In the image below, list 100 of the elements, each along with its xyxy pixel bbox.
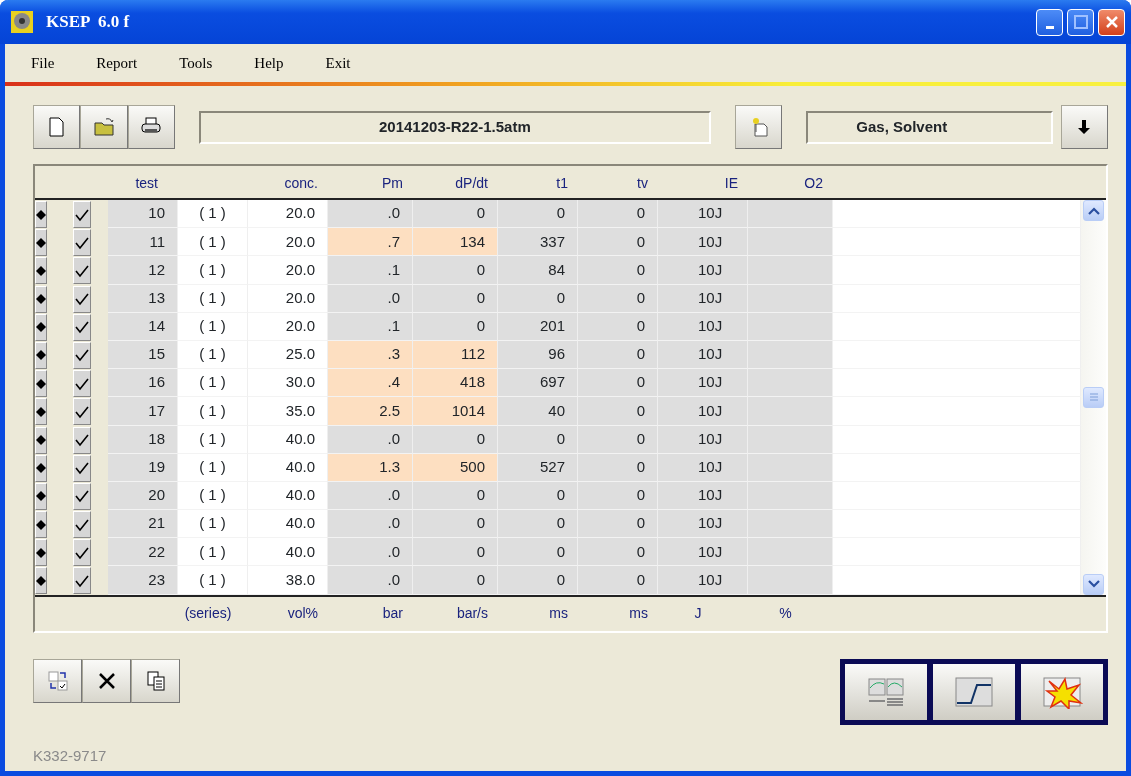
diamond-icon xyxy=(36,322,46,333)
check-icon xyxy=(74,263,90,278)
table-cell: 16 xyxy=(108,369,178,398)
diamond-icon xyxy=(36,406,46,417)
check-icon xyxy=(74,573,90,588)
row-select-button[interactable] xyxy=(35,341,47,369)
pressure-curve-button[interactable] xyxy=(933,663,1015,720)
column-header: Pm xyxy=(382,174,403,193)
row-select-button[interactable] xyxy=(35,482,47,510)
row-checkbox[interactable] xyxy=(73,454,91,482)
minimize-button[interactable] xyxy=(1036,8,1063,36)
table-cell: 0 xyxy=(578,369,658,398)
dropdown-button[interactable] xyxy=(1060,105,1108,149)
scrollbar-thumb[interactable] xyxy=(1083,386,1104,408)
menu-item[interactable]: Exit xyxy=(325,51,371,75)
row-checkbox[interactable] xyxy=(73,398,91,426)
overview-chart-button[interactable] xyxy=(845,663,927,720)
pin-button[interactable] xyxy=(735,105,783,149)
row-checkbox[interactable] xyxy=(73,285,91,313)
row-select-button[interactable] xyxy=(35,285,47,313)
scroll-up-button[interactable] xyxy=(1083,200,1104,221)
table-cell: 17 xyxy=(108,397,178,426)
swap-selection-button[interactable] xyxy=(33,658,82,703)
row-select-button[interactable] xyxy=(35,567,47,595)
diamond-icon xyxy=(36,265,46,276)
unit-label: ms xyxy=(629,604,648,624)
menu-item[interactable]: Help xyxy=(254,51,304,75)
row-checkbox[interactable] xyxy=(73,370,91,398)
row-select-button[interactable] xyxy=(35,398,47,426)
row-checkbox[interactable] xyxy=(73,229,91,257)
table-cell: 0 xyxy=(578,397,658,426)
copy-button[interactable] xyxy=(131,658,180,703)
table-cell: 0 xyxy=(578,200,658,229)
column-header: conc. xyxy=(284,174,318,193)
diamond-icon xyxy=(36,209,46,220)
menu-item[interactable]: Tools xyxy=(179,51,233,75)
table-cell: .0 xyxy=(328,425,413,454)
table-cell: .0 xyxy=(328,566,413,595)
row-select-button[interactable] xyxy=(35,539,47,567)
table-cell: 12 xyxy=(108,256,178,285)
diamond-icon xyxy=(36,519,46,530)
vertical-scrollbar[interactable] xyxy=(1081,200,1106,595)
table-cell: 10J xyxy=(658,369,748,398)
row-select-button[interactable] xyxy=(35,426,47,454)
table-cell: 10J xyxy=(658,228,748,257)
table-cell: 10J xyxy=(658,397,748,426)
table-cell: 20.0 xyxy=(248,284,328,313)
new-file-button[interactable] xyxy=(33,105,81,149)
row-select-button[interactable] xyxy=(35,370,47,398)
row-checkbox[interactable] xyxy=(73,567,91,595)
check-icon xyxy=(74,545,90,560)
row-checkbox[interactable] xyxy=(73,511,91,539)
file-name-field[interactable]: 20141203-R22-1.5atm xyxy=(198,110,712,144)
menu-item[interactable]: Report xyxy=(96,51,158,75)
category-field[interactable]: Gas, Solvent xyxy=(806,110,1053,144)
row-select-button[interactable] xyxy=(35,313,47,341)
delete-button[interactable] xyxy=(82,658,131,703)
open-folder-icon xyxy=(92,116,115,138)
close-icon xyxy=(1104,15,1119,29)
table-cell: 337 xyxy=(498,228,578,257)
table-cell: 0 xyxy=(498,566,578,595)
row-select-button[interactable] xyxy=(35,511,47,539)
pressure-curve-icon xyxy=(953,674,995,709)
table-cell: ( 1 ) xyxy=(178,312,248,341)
table-cell: 0 xyxy=(413,481,498,511)
column-header: IE xyxy=(724,174,738,193)
row-select-button[interactable] xyxy=(35,454,47,482)
maximize-button[interactable] xyxy=(1067,8,1094,36)
down-chevron-icon xyxy=(1087,580,1100,589)
row-checkbox[interactable] xyxy=(73,257,91,285)
scroll-down-button[interactable] xyxy=(1083,573,1104,595)
row-checkbox[interactable] xyxy=(73,426,91,454)
table-cell: 0 xyxy=(413,566,498,595)
column-header: tv xyxy=(637,174,648,193)
menu-item[interactable]: File xyxy=(31,51,75,75)
table-cell: 15 xyxy=(108,340,178,370)
row-select-button[interactable] xyxy=(35,201,47,228)
row-checkbox[interactable] xyxy=(73,482,91,510)
table-cell: 0 xyxy=(413,256,498,285)
table-cell: 25.0 xyxy=(248,340,328,370)
table-cell: 0 xyxy=(498,284,578,313)
row-checkbox[interactable] xyxy=(73,313,91,341)
open-button[interactable] xyxy=(80,105,128,149)
row-checkbox[interactable] xyxy=(73,201,91,228)
table-cell: 10J xyxy=(658,566,748,595)
table-cell: 10J xyxy=(658,340,748,370)
row-select-button[interactable] xyxy=(35,229,47,257)
table-cell: 20.0 xyxy=(248,228,328,257)
table-cell: 0 xyxy=(578,538,658,567)
table-cell: 0 xyxy=(413,510,498,539)
explosion-button[interactable] xyxy=(1021,663,1103,720)
table-cell: 0 xyxy=(578,340,658,370)
unit-label: bar/s xyxy=(456,604,488,624)
row-select-button[interactable] xyxy=(35,257,47,285)
row-checkbox[interactable] xyxy=(73,539,91,567)
row-checkbox[interactable] xyxy=(73,341,91,369)
close-button[interactable] xyxy=(1098,8,1125,36)
print-button[interactable] xyxy=(127,105,175,149)
diamond-icon xyxy=(36,491,46,502)
table-cell: ( 1 ) xyxy=(178,397,248,426)
